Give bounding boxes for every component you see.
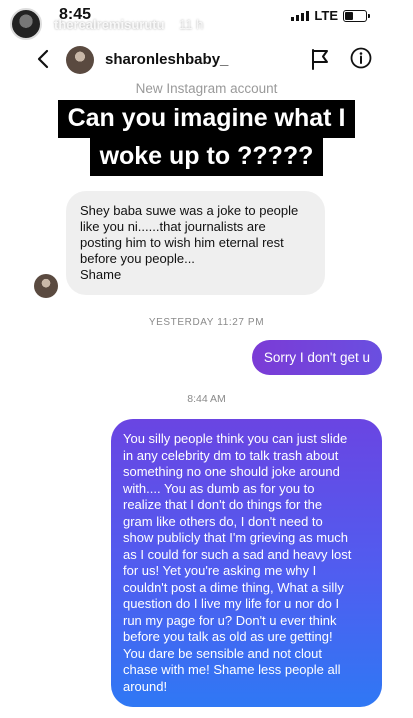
- caption-line-1: Can you imagine what I: [57, 100, 356, 138]
- chevron-left-icon[interactable]: [34, 49, 54, 69]
- incoming-message[interactable]: Shey baba suwe was a joke to people like…: [66, 191, 325, 295]
- timestamp: YESTERDAY 11:27 PM: [148, 317, 265, 328]
- contact-name[interactable]: sharonleshbaby_: [105, 51, 228, 68]
- caption-line-2: woke up to ?????: [89, 138, 324, 176]
- outgoing-message[interactable]: You silly people think you can just slid…: [111, 419, 382, 707]
- flag-icon[interactable]: [310, 48, 330, 70]
- message-text: You silly people think you can just slid…: [123, 431, 352, 694]
- signal-icon: [291, 10, 310, 21]
- outgoing-message[interactable]: Sorry I don't get u: [251, 340, 382, 375]
- story-avatar[interactable]: [10, 8, 42, 40]
- info-icon[interactable]: [350, 47, 372, 69]
- battery-icon: [343, 9, 370, 22]
- contact-avatar[interactable]: [66, 46, 94, 74]
- story-header: 8:45 therealremisurutu 11 h LTE: [0, 0, 413, 44]
- message-text: Sorry I don't get u: [263, 350, 370, 365]
- timestamp: 8:44 AM: [187, 393, 226, 405]
- status-icons: LTE: [291, 8, 370, 23]
- story-age: 11 h: [179, 17, 204, 32]
- story-username[interactable]: therealremisurutu: [54, 17, 165, 32]
- story-caption: Can you imagine what I woke up to ?????: [0, 100, 413, 176]
- account-subtitle: New Instagram account: [135, 81, 278, 96]
- network-label: LTE: [314, 8, 338, 23]
- message-text: Shey baba suwe was a joke to people like…: [80, 203, 299, 282]
- sender-avatar[interactable]: [34, 274, 58, 298]
- dm-header: sharonleshbaby_: [0, 44, 413, 78]
